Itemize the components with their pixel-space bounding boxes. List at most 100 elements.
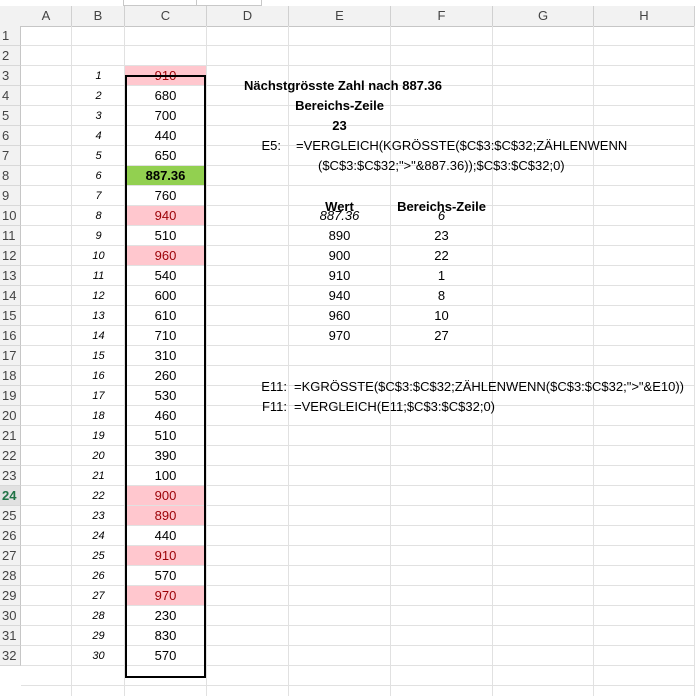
row-header-28[interactable]: 28 bbox=[0, 566, 21, 586]
row-header-30[interactable]: 30 bbox=[0, 606, 21, 626]
cell-b18[interactable]: 16 bbox=[72, 366, 125, 386]
cell-b17[interactable]: 15 bbox=[72, 346, 125, 366]
row-header-10[interactable]: 10 bbox=[0, 206, 21, 226]
cell-b12[interactable]: 10 bbox=[72, 246, 125, 266]
row-header-25[interactable]: 25 bbox=[0, 506, 21, 526]
table-wert-cell[interactable]: 970 bbox=[289, 326, 390, 346]
cell-c10[interactable]: 940 bbox=[125, 206, 206, 225]
row-header-5[interactable]: 5 bbox=[0, 106, 21, 126]
cell-c17[interactable]: 310 bbox=[125, 346, 206, 365]
row-header-26[interactable]: 26 bbox=[0, 526, 21, 546]
table-zeile-cell[interactable]: 23 bbox=[391, 226, 492, 246]
cell-b21[interactable]: 19 bbox=[72, 426, 125, 446]
cell-b25[interactable]: 23 bbox=[72, 506, 125, 526]
cell-b11[interactable]: 9 bbox=[72, 226, 125, 246]
table-wert-cell[interactable]: 900 bbox=[289, 246, 390, 266]
cell-b15[interactable]: 13 bbox=[72, 306, 125, 326]
row-header-18[interactable]: 18 bbox=[0, 366, 21, 386]
cell-b14[interactable]: 12 bbox=[72, 286, 125, 306]
column-header-c[interactable]: C bbox=[125, 6, 207, 26]
row-header-17[interactable]: 17 bbox=[0, 346, 21, 366]
formula-f11[interactable]: =VERGLEICH(E11;$C$3:$C$32;0) bbox=[294, 397, 495, 417]
title-cell[interactable]: Nächstgrösste Zahl nach 887.36 bbox=[244, 76, 442, 96]
cell-b5[interactable]: 3 bbox=[72, 106, 125, 126]
cell-c31[interactable]: 830 bbox=[125, 626, 206, 645]
row-header-7[interactable]: 7 bbox=[0, 146, 21, 166]
cell-b23[interactable]: 21 bbox=[72, 466, 125, 486]
cell-b3[interactable]: 1 bbox=[72, 66, 125, 86]
cell-c26[interactable]: 440 bbox=[125, 526, 206, 545]
cell-c8[interactable]: 887.36 bbox=[125, 166, 206, 185]
cell-b24[interactable]: 22 bbox=[72, 486, 125, 506]
label-e5[interactable]: E5: bbox=[207, 136, 281, 156]
row-header-31[interactable]: 31 bbox=[0, 626, 21, 646]
label-f11[interactable]: F11: bbox=[207, 397, 287, 417]
cell-c19[interactable]: 530 bbox=[125, 386, 206, 405]
row-header-24[interactable]: 24 bbox=[0, 486, 21, 506]
cell-b30[interactable]: 28 bbox=[72, 606, 125, 626]
cell-c3[interactable]: 910 bbox=[125, 66, 206, 85]
cell-b7[interactable]: 5 bbox=[72, 146, 125, 166]
table-wert-cell[interactable]: 940 bbox=[289, 286, 390, 306]
row-header-15[interactable]: 15 bbox=[0, 306, 21, 326]
row-header-20[interactable]: 20 bbox=[0, 406, 21, 426]
row-header-3[interactable]: 3 bbox=[0, 66, 21, 86]
row-header-13[interactable]: 13 bbox=[0, 266, 21, 286]
cell-c21[interactable]: 510 bbox=[125, 426, 206, 445]
row-header-2[interactable]: 2 bbox=[0, 46, 21, 66]
cell-c22[interactable]: 390 bbox=[125, 446, 206, 465]
row-header-12[interactable]: 12 bbox=[0, 246, 21, 266]
cell-b19[interactable]: 17 bbox=[72, 386, 125, 406]
row-header-8[interactable]: 8 bbox=[0, 166, 21, 186]
cell-c9[interactable]: 760 bbox=[125, 186, 206, 205]
row-header-14[interactable]: 14 bbox=[0, 286, 21, 306]
column-header-a[interactable]: A bbox=[21, 6, 72, 26]
cell-b6[interactable]: 4 bbox=[72, 126, 125, 146]
cell-c32[interactable]: 570 bbox=[125, 646, 206, 665]
row-header-27[interactable]: 27 bbox=[0, 546, 21, 566]
result-e5[interactable]: 23 bbox=[289, 116, 390, 136]
formula-e5-line2[interactable]: ($C$3:$C$32;">"&887.36));$C$3:$C$32;0) bbox=[318, 156, 565, 176]
row-header-16[interactable]: 16 bbox=[0, 326, 21, 346]
cell-b29[interactable]: 27 bbox=[72, 586, 125, 606]
cell-b10[interactable]: 8 bbox=[72, 206, 125, 226]
table-zeile-cell[interactable]: 8 bbox=[391, 286, 492, 306]
cell-c18[interactable]: 260 bbox=[125, 366, 206, 385]
table-zeile-cell[interactable]: 6 bbox=[391, 206, 492, 226]
cell-c24[interactable]: 900 bbox=[125, 486, 206, 505]
row-header-11[interactable]: 11 bbox=[0, 226, 21, 246]
column-header-g[interactable]: G bbox=[493, 6, 594, 26]
table-wert-cell[interactable]: 887.36 bbox=[289, 206, 390, 226]
bereichs-zeile-label[interactable]: Bereichs-Zeile bbox=[289, 96, 390, 116]
row-header-19[interactable]: 19 bbox=[0, 386, 21, 406]
column-header-b[interactable]: B bbox=[72, 6, 125, 26]
cell-c23[interactable]: 100 bbox=[125, 466, 206, 485]
cell-c28[interactable]: 570 bbox=[125, 566, 206, 585]
cell-c6[interactable]: 440 bbox=[125, 126, 206, 145]
table-zeile-cell[interactable]: 27 bbox=[391, 326, 492, 346]
cell-c14[interactable]: 600 bbox=[125, 286, 206, 305]
table-wert-cell[interactable]: 890 bbox=[289, 226, 390, 246]
cell-b9[interactable]: 7 bbox=[72, 186, 125, 206]
row-header-6[interactable]: 6 bbox=[0, 126, 21, 146]
cell-c11[interactable]: 510 bbox=[125, 226, 206, 245]
cell-c27[interactable]: 910 bbox=[125, 546, 206, 565]
cell-c29[interactable]: 970 bbox=[125, 586, 206, 605]
cell-c25[interactable]: 890 bbox=[125, 506, 206, 525]
cell-b20[interactable]: 18 bbox=[72, 406, 125, 426]
row-header-4[interactable]: 4 bbox=[0, 86, 21, 106]
row-header-23[interactable]: 23 bbox=[0, 466, 21, 486]
column-header-e[interactable]: E bbox=[289, 6, 391, 26]
cell-c7[interactable]: 650 bbox=[125, 146, 206, 165]
cell-b13[interactable]: 11 bbox=[72, 266, 125, 286]
cell-b31[interactable]: 29 bbox=[72, 626, 125, 646]
label-e11[interactable]: E11: bbox=[207, 377, 287, 397]
formula-e5-line1[interactable]: =VERGLEICH(KGRÖSSTE($C$3:$C$32;ZÄHLENWEN… bbox=[296, 136, 627, 156]
cell-c20[interactable]: 460 bbox=[125, 406, 206, 425]
row-header-32[interactable]: 32 bbox=[0, 646, 21, 666]
cell-b27[interactable]: 25 bbox=[72, 546, 125, 566]
formula-e11[interactable]: =KGRÖSSTE($C$3:$C$32;ZÄHLENWENN($C$3:$C$… bbox=[294, 377, 684, 397]
cell-c13[interactable]: 540 bbox=[125, 266, 206, 285]
cell-b32[interactable]: 30 bbox=[72, 646, 125, 666]
row-header-9[interactable]: 9 bbox=[0, 186, 21, 206]
